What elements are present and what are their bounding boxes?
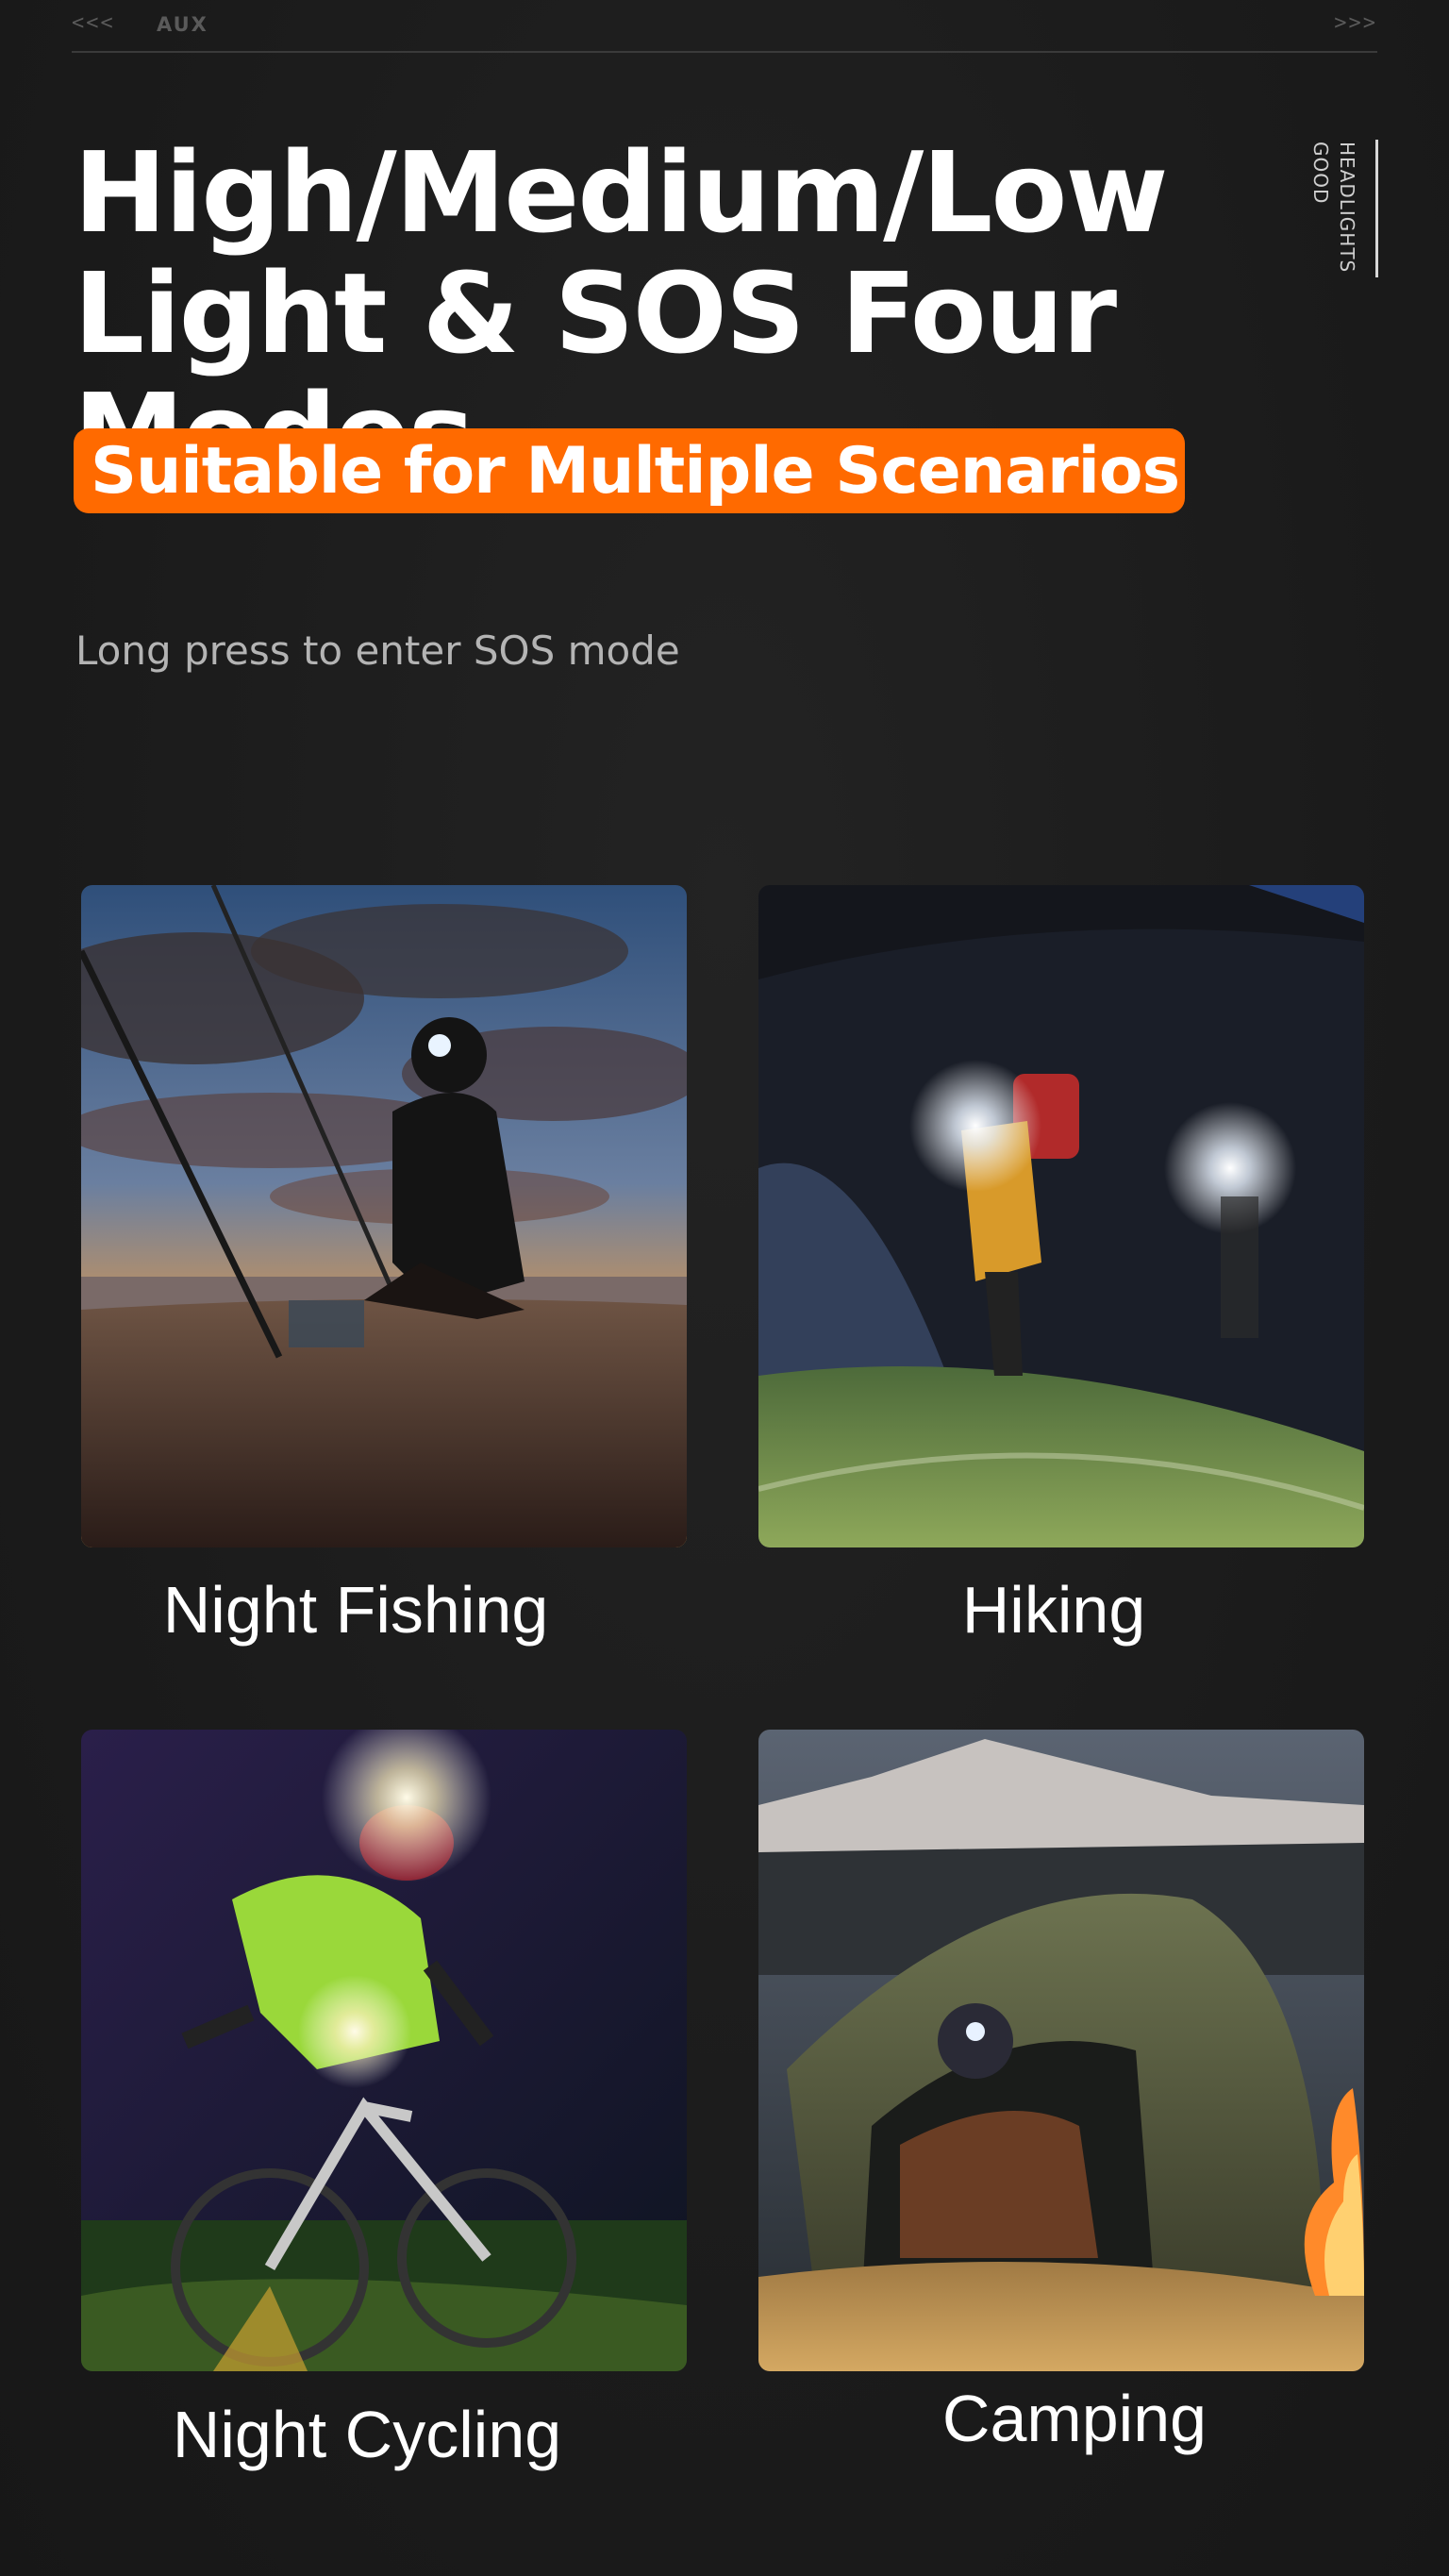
brand-logo: AUX: [157, 13, 208, 36]
scenario-label-hiking: Hiking: [961, 1573, 1146, 1647]
scenario-label-night-cycling: Night Cycling: [172, 2398, 562, 2471]
subtitle-badge: Suitable for Multiple Scenarios: [74, 428, 1185, 513]
night-fishing-image: [81, 885, 687, 1547]
scenario-label-night-fishing: Night Fishing: [162, 1573, 549, 1647]
page: <<< AUX >>> High/Medium/Low Light & SOS …: [0, 0, 1449, 2576]
title-line-1: High/Medium/Low: [74, 127, 1168, 258]
arrows-left-icon: <<<: [72, 11, 115, 35]
top-bar: <<< AUX >>>: [72, 8, 1377, 53]
night-cycling-image: [81, 1730, 687, 2371]
divider: [72, 51, 1377, 53]
camping-image: [758, 1730, 1364, 2371]
scenario-label-camping: Camping: [941, 2382, 1208, 2455]
side-tag: HEADLIGHTS GOOD: [1309, 140, 1378, 277]
subtitle-text: Suitable for Multiple Scenarios: [91, 434, 1180, 509]
side-tag-line-1: HEADLIGHTS: [1336, 142, 1358, 274]
sos-note: Long press to enter SOS mode: [75, 627, 680, 674]
side-tag-line-2: GOOD: [1309, 142, 1332, 205]
hiking-image: [758, 885, 1364, 1547]
arrows-right-icon: >>>: [1334, 11, 1377, 35]
